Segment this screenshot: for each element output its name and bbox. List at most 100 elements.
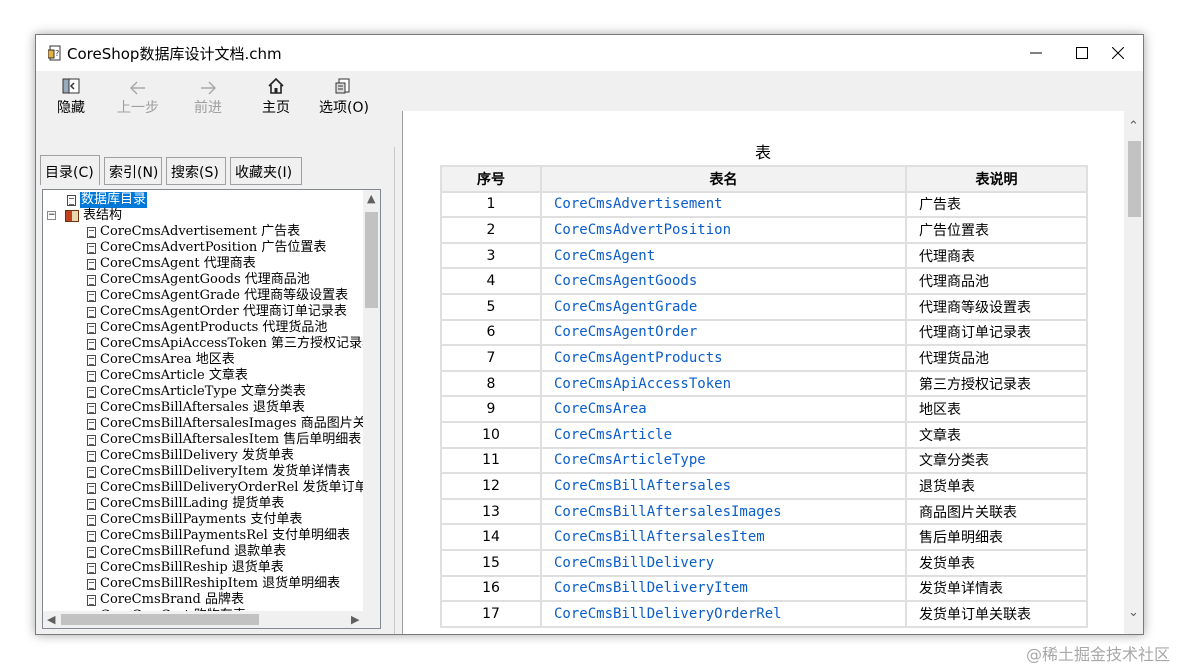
tree-vertical-scrollbar[interactable]: ▲ ▼ <box>363 190 380 629</box>
scroll-left-icon[interactable]: ◀ <box>47 613 55 626</box>
tab-index[interactable]: 索引(N) <box>104 157 162 185</box>
table-name-link[interactable]: CoreCmsAgentGrade <box>554 299 697 315</box>
row-description: 发货单详情表 <box>905 574 1088 603</box>
tree-item[interactable]: CoreCmsBillAftersales 退货单表 <box>87 400 305 416</box>
tree-hscroll-thumb[interactable] <box>61 614 259 625</box>
tree-horizontal-scrollbar[interactable]: ◀ ▶ <box>43 611 380 628</box>
table-name-link[interactable]: CoreCmsApiAccessToken <box>554 376 731 392</box>
table-row: 9 CoreCmsArea 地区表 <box>440 395 1088 423</box>
tree-item[interactable]: CoreCmsBillPayments 支付单表 <box>87 512 302 528</box>
tree-item[interactable]: CoreCmsBillDeliveryItem 发货单详情表 <box>87 464 350 480</box>
table-name-link[interactable]: CoreCmsBillAftersalesImages <box>554 504 782 520</box>
content-vertical-scrollbar[interactable]: ⌃ ⌄ <box>1124 111 1143 634</box>
content-scroll-down-icon[interactable]: ⌄ <box>1128 605 1139 620</box>
row-number: 9 <box>440 395 542 423</box>
column-header-name: 表名 <box>540 165 907 193</box>
table-header-row: 序号 表名 表说明 <box>440 165 1088 193</box>
table-name-link[interactable]: CoreCmsBillAftersalesItem <box>554 529 765 545</box>
close-button[interactable] <box>1095 35 1141 71</box>
hide-button[interactable]: 隐藏 <box>54 71 88 147</box>
table-name-link[interactable]: CoreCmsBillDelivery <box>554 555 714 571</box>
tree-item[interactable]: CoreCmsBillLading 提货单表 <box>87 496 284 512</box>
forward-arrow-icon <box>201 81 216 95</box>
tree-item[interactable]: CoreCmsApiAccessToken 第三方授权记录表 <box>87 336 375 352</box>
tree-item[interactable]: CoreCmsBillDelivery 发货单表 <box>87 448 294 464</box>
row-description: 售后单明细表 <box>905 523 1088 551</box>
tree-scroll-thumb[interactable] <box>365 212 378 308</box>
back-label: 上一步 <box>117 100 159 116</box>
tree-item[interactable]: CoreCmsAdvertPosition 广告位置表 <box>87 240 326 256</box>
tab-favorites[interactable]: 收藏夹(I) <box>230 157 302 185</box>
table-name-link[interactable]: CoreCmsBillAftersales <box>554 478 731 494</box>
scroll-down-icon[interactable]: ▼ <box>367 628 375 629</box>
row-description: 第三方授权记录表 <box>905 369 1088 398</box>
page-icon <box>87 290 96 302</box>
tab-search[interactable]: 搜索(S) <box>166 157 226 185</box>
table-name-link[interactable]: CoreCmsAdvertPosition <box>554 222 731 238</box>
row-number: 17 <box>440 600 542 628</box>
tree-item[interactable]: CoreCmsAgentProducts 代理货品池 <box>87 320 327 336</box>
tree-item[interactable]: CoreCmsBillAftersalesItem 售后单明细表 <box>87 432 361 448</box>
tree-item-label: CoreCmsBillReshipItem 退货单明细表 <box>100 576 341 591</box>
tree-item[interactable]: CoreCmsAgentOrder 代理商订单记录表 <box>87 304 347 320</box>
row-description: 广告表 <box>905 190 1088 219</box>
row-number: 10 <box>440 420 542 449</box>
scroll-right-icon[interactable]: ▶ <box>351 613 359 626</box>
table-name-link[interactable]: CoreCmsAgentProducts <box>554 350 723 366</box>
options-button[interactable]: 选项(O) <box>318 71 370 147</box>
row-name-cell: CoreCmsBillDelivery <box>540 548 907 577</box>
table-body: 1 CoreCmsAdvertisement 广告表 2 CoreCmsAdvertPo… <box>440 190 1088 628</box>
row-description: 代理商表 <box>905 241 1088 270</box>
tree-item[interactable]: CoreCmsAgentGoods 代理商品池 <box>87 272 310 288</box>
content-scroll-thumb[interactable] <box>1128 141 1141 217</box>
row-name-cell: CoreCmsAdvertisement <box>540 190 907 219</box>
forward-button[interactable]: 前进 <box>192 71 224 147</box>
tree-root-node[interactable]: 数据库目录 <box>67 192 148 208</box>
back-button[interactable]: 上一步 <box>116 71 160 147</box>
row-number: 16 <box>440 574 542 603</box>
table-name-link[interactable]: CoreCmsAgentOrder <box>554 324 697 340</box>
row-name-cell: CoreCmsAgentOrder <box>540 318 907 347</box>
tree-item[interactable]: CoreCmsArticle 文章表 <box>87 368 248 384</box>
row-name-cell: CoreCmsBillAftersales <box>540 472 907 500</box>
row-name-cell: CoreCmsArticleType <box>540 446 907 475</box>
page-icon <box>87 546 96 558</box>
tree-item[interactable]: CoreCmsArea 地区表 <box>87 352 235 368</box>
page-icon <box>87 530 96 542</box>
page-icon <box>87 354 96 366</box>
table-name-link[interactable]: CoreCmsAgentGoods <box>554 273 697 289</box>
tree-item[interactable]: CoreCmsBillPaymentsRel 支付单明细表 <box>87 528 350 544</box>
tree-item[interactable]: CoreCmsAdvertisement 广告表 <box>87 224 300 240</box>
minimize-button[interactable] <box>1013 35 1059 71</box>
page-icon <box>67 194 76 206</box>
tree-item[interactable]: CoreCmsBillReship 退货单表 <box>87 560 284 576</box>
table-name-link[interactable]: CoreCmsArticle <box>554 427 672 443</box>
tree-item[interactable]: CoreCmsAgent 代理商表 <box>87 256 256 272</box>
tab-contents[interactable]: 目录(C) <box>40 155 100 185</box>
row-number: 3 <box>440 241 542 270</box>
table-name-link[interactable]: CoreCmsBillDeliveryItem <box>554 580 748 596</box>
row-number: 2 <box>440 216 542 244</box>
content-scroll-up-icon[interactable]: ⌃ <box>1128 119 1139 134</box>
tree-item[interactable]: CoreCmsArticleType 文章分类表 <box>87 384 306 400</box>
tree-item[interactable]: CoreCmsAgentGrade 代理商等级设置表 <box>87 288 348 304</box>
table-name-link[interactable]: CoreCmsArea <box>554 401 647 417</box>
tree-item[interactable]: CoreCmsBrand 品牌表 <box>87 592 244 608</box>
page-icon <box>87 562 96 574</box>
table-name-link[interactable]: CoreCmsArticleType <box>554 452 706 468</box>
home-button[interactable]: 主页 <box>260 71 292 147</box>
table-name-link[interactable]: CoreCmsBillDeliveryOrderRel <box>554 606 782 622</box>
tree-item[interactable]: CoreCmsBillDeliveryOrderRel 发货单订单关联表 <box>87 480 380 496</box>
collapse-toggle[interactable]: − <box>47 211 56 220</box>
tree-item[interactable]: CoreCmsBillAftersalesImages 商品图片关联表 <box>87 416 380 432</box>
tree-item[interactable]: CoreCmsBillRefund 退款单表 <box>87 544 286 560</box>
tree-item[interactable]: CoreCmsBillReshipItem 退货单明细表 <box>87 576 340 592</box>
title-bar[interactable]: ? CoreShop数据库设计文档.chm <box>36 35 1143 71</box>
scroll-up-icon[interactable]: ▲ <box>367 192 375 205</box>
close-icon <box>1112 47 1124 59</box>
row-number: 12 <box>440 472 542 500</box>
tree-folder-node[interactable]: 表结构 <box>65 208 122 224</box>
row-number: 14 <box>440 523 542 551</box>
table-name-link[interactable]: CoreCmsAgent <box>554 248 655 264</box>
table-name-link[interactable]: CoreCmsAdvertisement <box>554 196 723 212</box>
